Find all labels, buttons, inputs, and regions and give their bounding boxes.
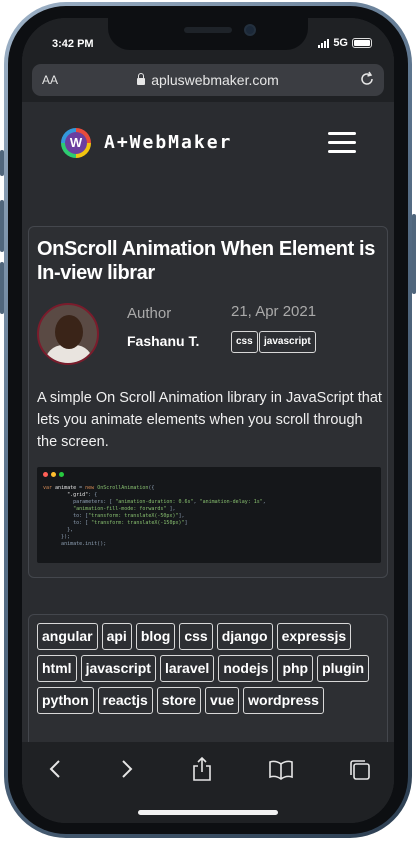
tag-python[interactable]: python xyxy=(37,687,94,714)
tabs-icon[interactable] xyxy=(348,758,372,782)
tag-laravel[interactable]: laravel xyxy=(159,655,215,682)
back-icon[interactable] xyxy=(48,758,62,780)
tag-wordpress[interactable]: wordpress xyxy=(243,687,324,714)
url-text: apluswebmaker.com xyxy=(151,72,279,88)
tag-cloud: angular api blog css django expressjs html java… xyxy=(28,614,388,742)
tag-api[interactable]: api xyxy=(101,623,132,650)
tag-angular[interactable]: angular xyxy=(37,623,98,650)
tag-javascript[interactable]: javascript xyxy=(80,655,156,682)
tag-blog[interactable]: blog xyxy=(135,623,176,650)
tag-expressjs[interactable]: expressjs xyxy=(276,623,352,650)
web-page: W A+WebMaker OnScroll Animation When Ele… xyxy=(22,102,394,742)
forward-icon[interactable] xyxy=(120,758,134,780)
post-excerpt: A simple On Scroll Animation library in … xyxy=(37,390,382,450)
browser-address-area: AA apluswebmaker.com xyxy=(22,62,394,102)
post-date: 21, Apr 2021 xyxy=(231,303,317,320)
reload-icon[interactable] xyxy=(358,70,376,88)
tag-django[interactable]: django xyxy=(216,623,273,650)
speaker-grille xyxy=(184,27,232,33)
status-indicators: 5G xyxy=(318,37,372,49)
share-icon[interactable] xyxy=(191,756,213,782)
mute-switch xyxy=(0,150,4,176)
hamburger-menu-icon[interactable] xyxy=(328,132,356,154)
tag-html[interactable]: html xyxy=(37,655,77,682)
network-type: 5G xyxy=(333,37,348,49)
site-header: W A+WebMaker xyxy=(22,102,394,186)
tag-plugin[interactable]: plugin xyxy=(317,655,370,682)
tag-vue[interactable]: vue xyxy=(205,687,240,714)
post-card: OnScroll Animation When Element is In-vi… xyxy=(28,226,388,578)
post-tag-javascript[interactable]: javascript xyxy=(259,331,316,353)
tag-reactjs[interactable]: reactjs xyxy=(97,687,153,714)
phone-screen: 3:42 PM 5G AA apluswebmaker.com W A+WebM… xyxy=(22,18,394,823)
battery-icon xyxy=(352,38,372,48)
tag-css[interactable]: css xyxy=(179,623,213,650)
signal-icon xyxy=(318,38,330,48)
front-camera xyxy=(244,24,256,36)
address-bar[interactable]: AA apluswebmaker.com xyxy=(32,64,384,96)
status-time: 3:42 PM xyxy=(52,38,94,50)
author-avatar[interactable] xyxy=(37,303,99,365)
site-logo-text[interactable]: A+WebMaker xyxy=(104,132,232,153)
lock-icon xyxy=(137,73,146,85)
tag-list: angular api blog css django expressjs html java… xyxy=(37,623,383,715)
author-label: Author xyxy=(127,305,172,322)
post-tag-css[interactable]: css xyxy=(231,331,258,353)
home-indicator[interactable] xyxy=(138,810,278,815)
tag-store[interactable]: store xyxy=(156,687,202,714)
volume-down-button xyxy=(0,262,4,314)
notch xyxy=(108,18,308,50)
post-thumbnail-image[interactable]: var animate = new OnScrollAnimation({ ".… xyxy=(37,467,381,563)
post-title[interactable]: OnScroll Animation When Element is In-vi… xyxy=(37,237,383,285)
browser-toolbar xyxy=(22,742,394,823)
tag-nodejs[interactable]: nodejs xyxy=(218,655,274,682)
tag-php[interactable]: php xyxy=(277,655,314,682)
volume-up-button xyxy=(0,200,4,252)
author-name[interactable]: Fashanu T. xyxy=(127,333,199,349)
site-logo-icon[interactable]: W xyxy=(61,128,91,158)
url-display[interactable]: apluswebmaker.com xyxy=(32,72,384,88)
power-button xyxy=(412,214,416,294)
bookmarks-icon[interactable] xyxy=(268,760,294,780)
